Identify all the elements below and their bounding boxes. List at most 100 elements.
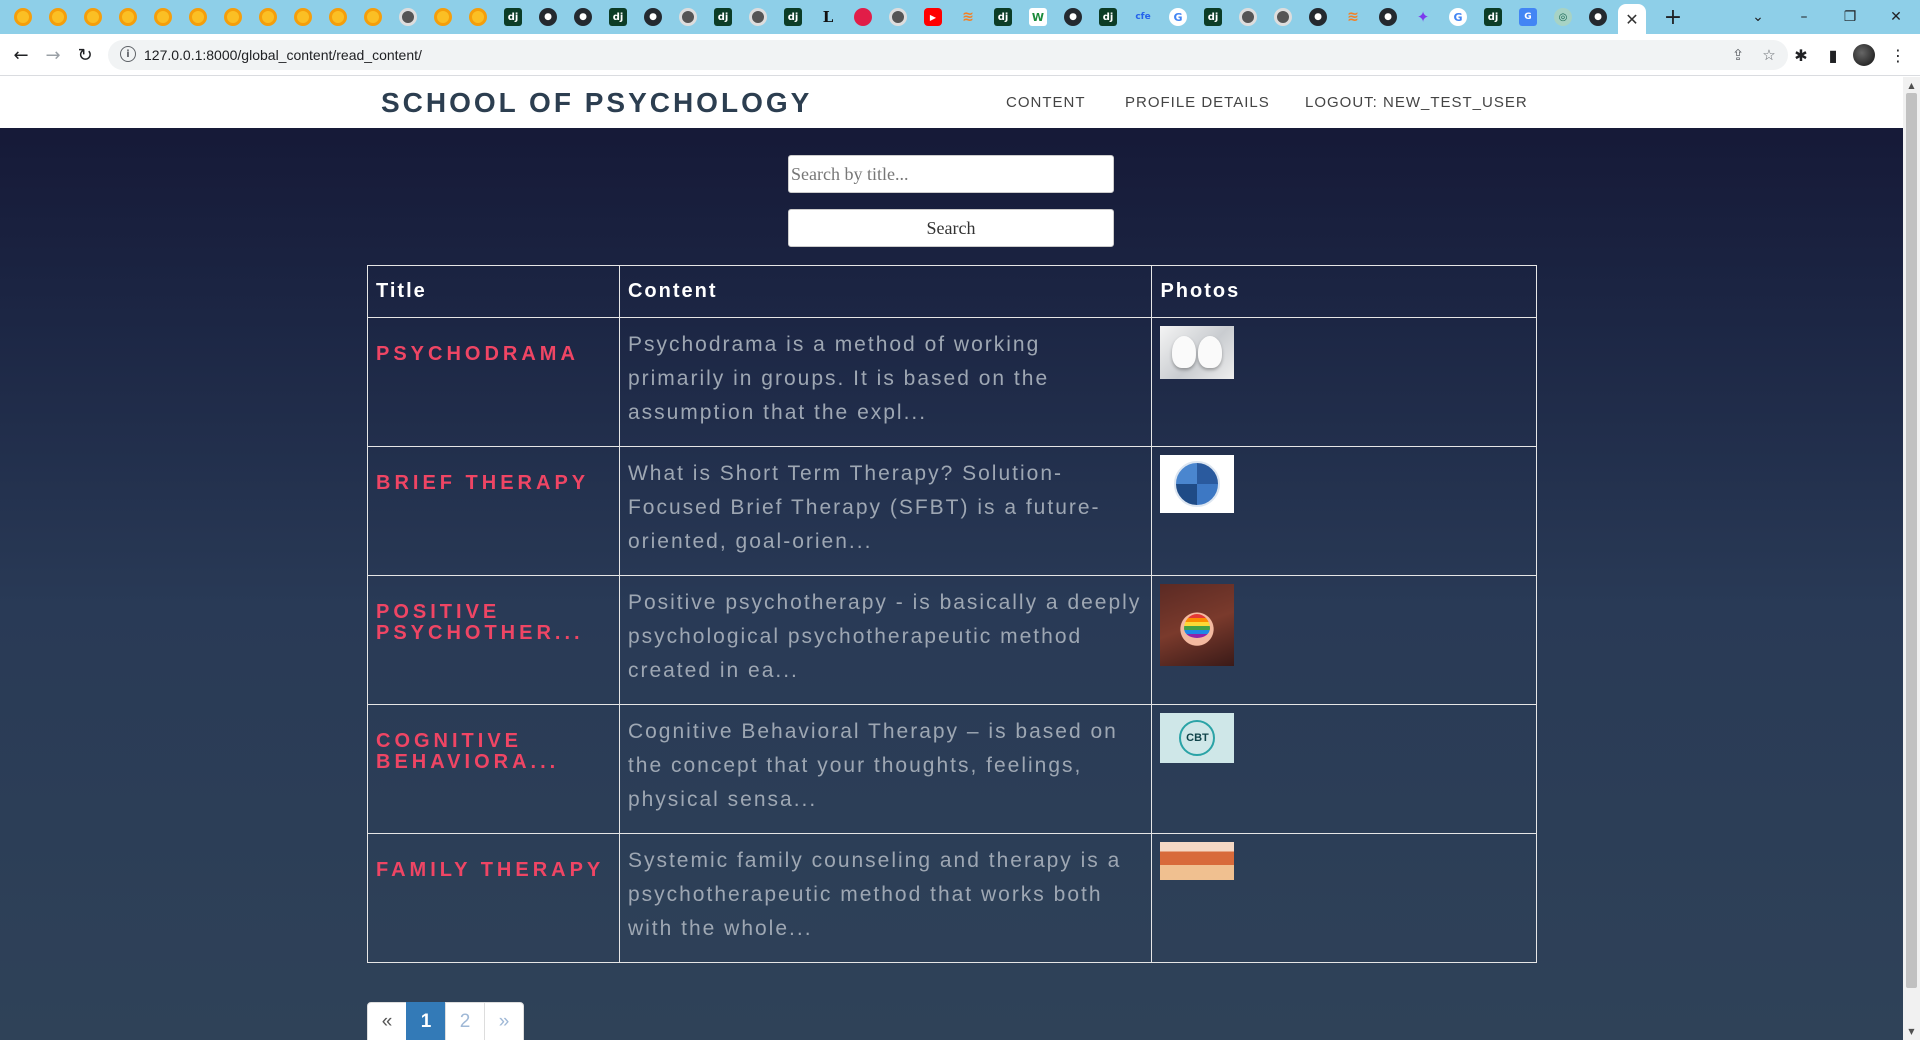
tab-favicon-django-icon[interactable]: dj (1099, 8, 1117, 26)
table-header-row: Title Content Photos (367, 265, 1537, 318)
tab-close-icon[interactable]: ✕ (1625, 10, 1638, 29)
pagination-next[interactable]: » (484, 1002, 524, 1040)
tab-favicon-github-icon[interactable]: ● (1379, 8, 1397, 26)
tab-favicon-globe-icon[interactable] (889, 8, 907, 26)
restore-button[interactable]: ❐ (1827, 0, 1873, 34)
scroll-down-arrow-icon[interactable]: ▼ (1903, 1024, 1920, 1039)
content-excerpt: Cognitive Behavioral Therapy – is based … (618, 704, 1153, 834)
tab-favicon-github-icon[interactable]: ● (1309, 8, 1327, 26)
tab-favicon-globe-icon[interactable] (749, 8, 767, 26)
tab-favicon-chrome-icon[interactable] (119, 8, 137, 26)
back-arrow-icon[interactable]: ← (8, 42, 34, 68)
tab-favicon-chrome-icon[interactable] (434, 8, 452, 26)
forward-arrow-icon[interactable]: → (40, 42, 66, 68)
nav-content-link[interactable]: CONTENT (1006, 94, 1086, 111)
tab-favicon-github-icon[interactable]: ● (644, 8, 662, 26)
tab-favicon-stackoverflow-icon[interactable]: ≋ (1344, 8, 1362, 26)
pagination: « 1 2 » (367, 1002, 524, 1040)
tab-favicon-youtube-icon[interactable]: ▶ (924, 8, 942, 26)
tab-favicon-django-icon[interactable]: dj (1204, 8, 1222, 26)
pagination-page-2[interactable]: 2 (445, 1002, 485, 1040)
address-url[interactable]: 127.0.0.1:8000/global_content/read_conte… (144, 47, 422, 63)
pagination-page-1[interactable]: 1 (406, 1002, 446, 1040)
photo-cell (1151, 317, 1537, 447)
minimize-button[interactable]: – (1781, 0, 1827, 34)
tab-favicon-django-icon[interactable]: dj (504, 8, 522, 26)
tab-favicon-chrome-icon[interactable] (469, 8, 487, 26)
scroll-up-arrow-icon[interactable]: ▲ (1903, 78, 1920, 93)
tab-favicon-globe-icon[interactable] (1239, 8, 1257, 26)
tab-favicon-chrome-icon[interactable] (14, 8, 32, 26)
nav-logout-link[interactable]: LOGOUT: NEW_TEST_USER (1305, 94, 1528, 111)
tab-favicon-google-icon[interactable]: G (1449, 8, 1467, 26)
photo-cell (1151, 833, 1537, 963)
tab-favicon-globe-icon[interactable] (679, 8, 697, 26)
close-window-button[interactable]: ✕ (1873, 0, 1919, 34)
browser-menu-icon[interactable]: ⋮ (1885, 42, 1911, 68)
tab-favicon-django-icon[interactable]: dj (784, 8, 802, 26)
extensions-puzzle-icon[interactable]: ✱ (1788, 42, 1814, 68)
tab-favicon-django-icon[interactable]: dj (714, 8, 732, 26)
reload-icon[interactable]: ↻ (72, 42, 98, 68)
column-header-content: Content (618, 265, 1153, 318)
table-row: COGNITIVE BEHAVIORA... Cognitive Behavio… (367, 704, 1537, 834)
search-input[interactable] (788, 155, 1114, 193)
family-therapy-thumbnail[interactable] (1160, 842, 1235, 880)
tab-favicon-cfe-icon[interactable]: cfe (1134, 8, 1152, 26)
tab-favicon-red-circle-icon[interactable] (854, 8, 872, 26)
nav-profile-details-link[interactable]: PROFILE DETAILS (1125, 94, 1270, 111)
tab-favicon-github-icon[interactable]: ● (1064, 8, 1082, 26)
content-title-link[interactable]: COGNITIVE BEHAVIORA... (376, 731, 611, 773)
psychodrama-thumbnail[interactable] (1160, 326, 1235, 379)
tab-favicon-stackoverflow-icon[interactable]: ≋ (959, 8, 977, 26)
content-title-link[interactable]: BRIEF THERAPY (376, 473, 611, 494)
photo-cell: CBT (1151, 704, 1537, 834)
tab-search-chevron-icon[interactable]: ⌄ (1735, 0, 1781, 34)
tab-favicon-sparkle-icon[interactable]: ✦ (1414, 8, 1432, 26)
tab-favicon-django-icon[interactable]: dj (994, 8, 1012, 26)
content-title-link[interactable]: POSITIVE PSYCHOTHER... (376, 602, 611, 644)
positive-psychotherapy-thumbnail[interactable] (1160, 584, 1235, 666)
bookmark-star-icon[interactable]: ☆ (1758, 44, 1780, 66)
table-row: FAMILY THERAPY Systemic family counselin… (367, 833, 1537, 963)
site-info-icon[interactable]: i (120, 46, 136, 62)
tab-favicon-translate-icon[interactable]: G (1519, 8, 1537, 26)
active-tab[interactable]: ✕ (1618, 4, 1646, 34)
tab-favicon-django-icon[interactable]: dj (1484, 8, 1502, 26)
tab-favicon-w-icon[interactable]: W (1029, 8, 1047, 26)
tab-favicon-chrome-icon[interactable] (224, 8, 242, 26)
side-panel-icon[interactable]: ▮ (1820, 42, 1846, 68)
tab-favicon-github-icon[interactable]: ● (574, 8, 592, 26)
address-bar[interactable]: i 127.0.0.1:8000/global_content/read_con… (108, 40, 1788, 70)
content-title-link[interactable]: FAMILY THERAPY (376, 860, 611, 881)
search-button[interactable]: Search (788, 209, 1114, 247)
share-icon[interactable]: ⇪ (1727, 44, 1749, 66)
tab-favicon-chrome-icon[interactable] (329, 8, 347, 26)
tab-favicon-google-icon[interactable]: G (1169, 8, 1187, 26)
tab-favicon-chrome-icon[interactable] (84, 8, 102, 26)
cbt-thumbnail[interactable]: CBT (1160, 713, 1235, 763)
tab-favicon-chrome-icon[interactable] (364, 8, 382, 26)
site-brand[interactable]: SCHOOL OF PSYCHOLOGY (381, 87, 812, 119)
brief-therapy-thumbnail[interactable] (1160, 455, 1235, 513)
content-excerpt: Psychodrama is a method of working prima… (618, 317, 1153, 447)
tab-favicon-l-icon[interactable]: L (819, 8, 837, 26)
tab-favicon-chrome-icon[interactable] (154, 8, 172, 26)
tab-favicon-github-icon[interactable]: ● (1589, 8, 1607, 26)
tab-favicon-chrome-icon[interactable] (294, 8, 312, 26)
scrollbar-thumb[interactable] (1906, 93, 1917, 988)
title-cell: PSYCHODRAMA (367, 317, 620, 447)
tab-favicon-chatgpt-icon[interactable]: ◎ (1554, 8, 1572, 26)
profile-avatar[interactable] (1853, 44, 1875, 66)
tab-favicon-globe-icon[interactable] (1274, 8, 1292, 26)
tab-favicon-globe-icon[interactable] (399, 8, 417, 26)
tab-favicon-chrome-icon[interactable] (49, 8, 67, 26)
new-tab-button[interactable]: + (1660, 4, 1686, 30)
tab-favicon-chrome-icon[interactable] (189, 8, 207, 26)
tab-favicon-django-icon[interactable]: dj (609, 8, 627, 26)
tab-favicon-github-icon[interactable]: ● (539, 8, 557, 26)
tab-favicon-chrome-icon[interactable] (259, 8, 277, 26)
content-title-link[interactable]: PSYCHODRAMA (376, 344, 611, 365)
cbt-thumbnail-label: CBT (1179, 720, 1216, 756)
pagination-previous[interactable]: « (367, 1002, 407, 1040)
